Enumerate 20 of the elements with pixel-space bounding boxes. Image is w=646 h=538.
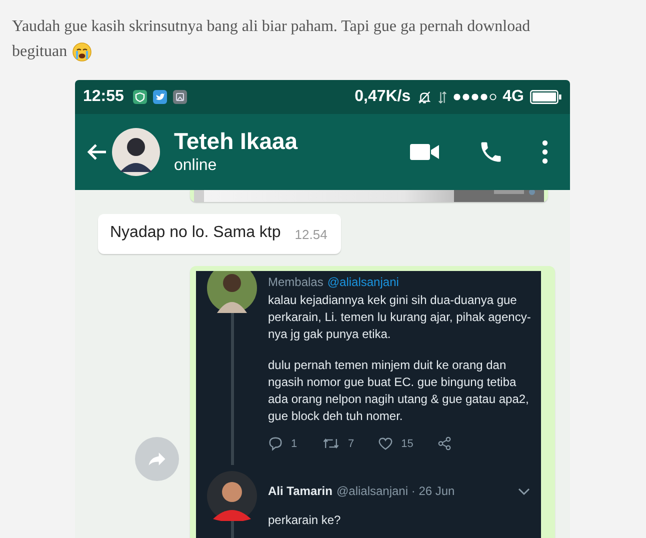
tweet-text: dulu pernah temen minjem duit ke orang dan ngasih nomor gue buat EC. gue bingung tetiba ada orang nelpon nagih utang & gue gatau apa2, gue block deh tuh nomer.: [268, 357, 530, 425]
author-name: Ali Tamarin: [268, 483, 332, 500]
tweet-text: kalau kejadiannya kek gini sih dua-duanya gue perkarain, Li. temen lu kurang ajar, pihak agency-nya jg gak punya etika.: [268, 292, 532, 343]
post-text: begituan: [12, 42, 68, 62]
contact-status: online: [174, 156, 218, 176]
message-bubble[interactable]: Nyadap no lo. Sama ktp 12.54: [98, 214, 342, 254]
network-type: 4G: [502, 88, 524, 106]
tweet-text: perkarain ke?: [268, 512, 342, 529]
network-speed: 0,47K/s: [354, 88, 411, 106]
contact-name: Teteh Ikaaa: [174, 127, 298, 155]
action-count: 7: [348, 438, 354, 450]
mention-link[interactable]: @alialsanjani: [327, 275, 399, 289]
message-text: Nyadap no lo. Sama ktp: [110, 224, 281, 242]
action-count: 1: [291, 438, 298, 450]
status-time: 12:55: [83, 88, 124, 106]
post-text: Yaudah gue kasih skrinsutnya bang ali biar paham. Tapi gue ga pernah download: [12, 17, 530, 37]
tweet-meta: @alialsanjani · 26 Jun: [336, 483, 455, 500]
message-time: 12.54: [294, 227, 328, 242]
replying-to-label: Membalas: [268, 275, 324, 289]
action-count: 15: [401, 438, 414, 450]
